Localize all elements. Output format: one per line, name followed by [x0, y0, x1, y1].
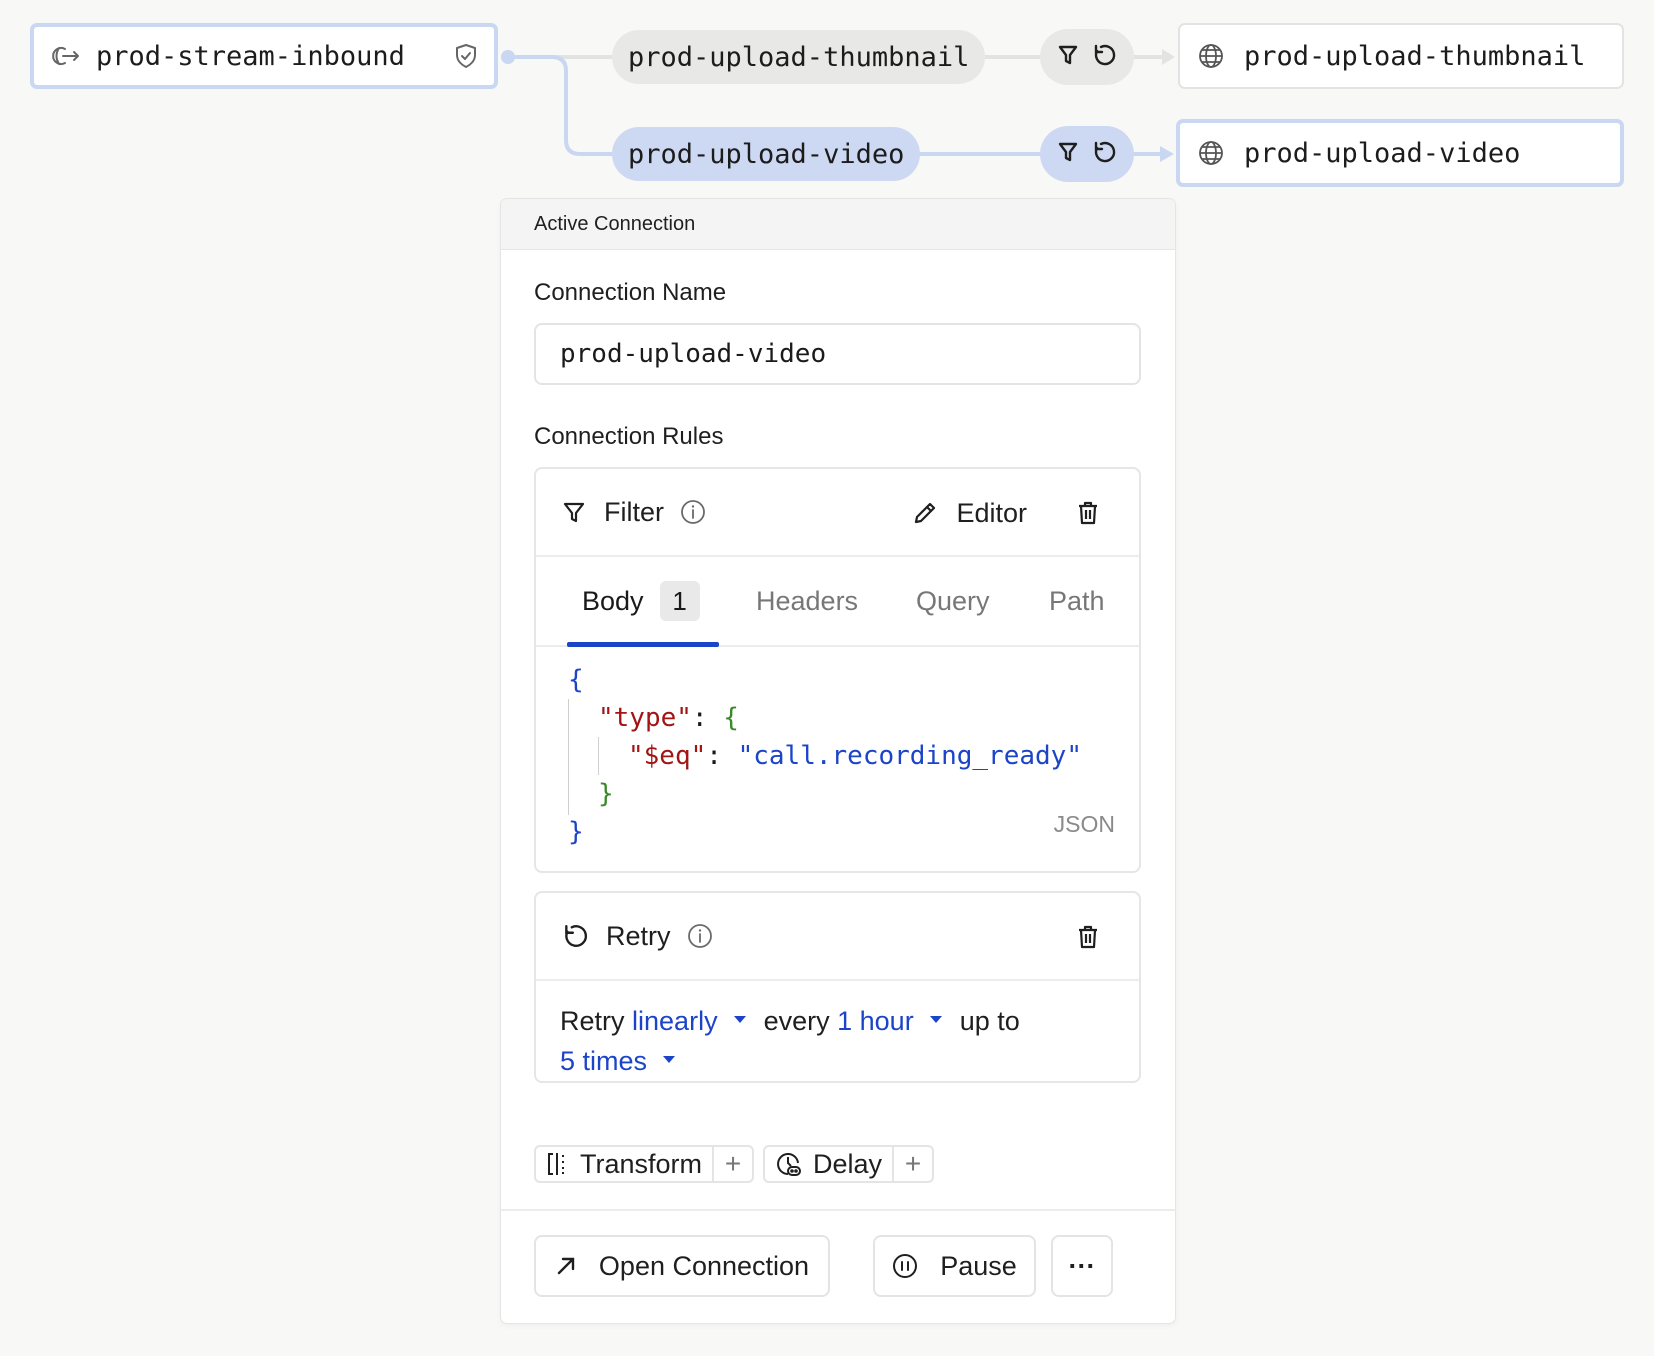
caret-down-icon	[733, 1016, 746, 1024]
filter-icon	[1058, 141, 1078, 168]
connection-detail-panel: Active Connection Connection Name prod-u…	[500, 198, 1176, 1324]
more-dots-icon: ···	[1068, 1250, 1096, 1281]
trash-icon	[1077, 501, 1099, 525]
pause-button[interactable]: Pause	[873, 1235, 1036, 1297]
connection-line-video	[508, 55, 612, 156]
add-transform-chip[interactable]: Transform +	[534, 1145, 755, 1183]
connection-rules-video[interactable]	[1040, 126, 1134, 182]
caret-down-icon	[663, 1056, 676, 1064]
code-brace-close: }	[568, 817, 584, 847]
filter-title: Filter	[604, 496, 664, 527]
retry-strategy-dropdown[interactable]: linearly	[632, 1006, 764, 1036]
connection-pill-thumbnail[interactable]: prod-upload-thumbnail	[612, 30, 986, 84]
connection-name-label: Connection Name	[534, 279, 727, 306]
connection-name-input[interactable]: prod-upload-video	[534, 323, 1141, 385]
filter-rule-card: Filter Editor Body 1 Headers Query Path …	[534, 467, 1141, 873]
connection-pill-label: prod-upload-thumbnail	[628, 41, 970, 73]
arrow-up-right-icon	[555, 1255, 577, 1277]
more-options-button[interactable]: ···	[1051, 1235, 1113, 1297]
retry-title: Retry	[606, 920, 671, 951]
filter-tabs: Body 1 Headers Query Path	[536, 557, 1139, 647]
open-connection-label: Open Connection	[598, 1250, 810, 1281]
filter-icon	[562, 500, 586, 524]
connection-rules-thumbnail[interactable]	[1040, 29, 1134, 85]
trash-icon	[1077, 925, 1099, 949]
tab-headers[interactable]: Headers	[756, 557, 858, 645]
editor-label: Editor	[956, 497, 1027, 528]
retry-rule-card: Retry Retry linearly every 1 hour up to 5 …	[534, 891, 1141, 1083]
retry-count-dropdown[interactable]: 5 times	[560, 1046, 693, 1076]
destination-node-video[interactable]: prod-upload-video	[1176, 119, 1624, 187]
delay-clock-icon	[775, 1150, 803, 1178]
globe-icon	[1196, 43, 1226, 69]
source-node[interactable]: prod-stream-inbound	[30, 23, 498, 89]
panel-footer-divider	[501, 1209, 1175, 1211]
info-icon[interactable]	[687, 923, 713, 949]
retry-settings: Retry linearly every 1 hour up to 5 times	[536, 981, 1139, 1081]
inbound-stream-icon	[50, 44, 84, 68]
retry-interval-dropdown[interactable]: 1 hour	[837, 1006, 960, 1036]
retry-icon	[562, 923, 588, 949]
retry-up-to-label: up to	[959, 1006, 1020, 1036]
code-inner-close: }	[598, 779, 614, 809]
filter-code-editor[interactable]: { "type": { "$eq": "call.recording_ready…	[536, 647, 1139, 871]
pencil-icon	[912, 500, 938, 526]
source-node-label: prod-stream-inbound	[96, 40, 405, 72]
code-line-type: "type": {	[598, 703, 739, 733]
delete-retry-button[interactable]	[1077, 893, 1099, 981]
tab-query[interactable]: Query	[916, 557, 990, 645]
delete-filter-button[interactable]	[1077, 469, 1099, 557]
shield-check-icon	[454, 43, 478, 69]
code-brace-open: {	[568, 665, 584, 695]
pause-icon	[892, 1253, 918, 1279]
delay-label: Delay	[813, 1148, 883, 1179]
open-connection-button[interactable]: Open Connection	[534, 1235, 830, 1297]
tab-body-count-badge: 1	[659, 581, 700, 621]
destination-node-label: prod-upload-thumbnail	[1244, 40, 1586, 72]
tab-body-label: Body	[582, 585, 644, 616]
retry-every-label: every	[763, 1006, 830, 1036]
editor-button[interactable]: Editor	[912, 469, 1027, 557]
info-icon[interactable]	[680, 499, 706, 525]
transform-icon	[546, 1151, 570, 1177]
destination-node-thumbnail[interactable]: prod-upload-thumbnail	[1178, 23, 1624, 89]
panel-header: Active Connection	[501, 199, 1175, 250]
filter-icon	[1058, 44, 1078, 71]
code-line-eq: "$eq": "call.recording_ready"	[628, 741, 1082, 771]
connection-pill-video[interactable]: prod-upload-video	[612, 127, 921, 181]
tab-path[interactable]: Path	[1049, 557, 1105, 645]
connection-pill-label: prod-upload-video	[628, 138, 905, 170]
tab-body[interactable]: Body 1	[582, 557, 700, 645]
connection-rules-label: Connection Rules	[534, 423, 724, 450]
retry-icon	[1092, 43, 1116, 72]
code-format-label: JSON	[1053, 811, 1115, 837]
retry-prefix: Retry	[560, 1006, 625, 1036]
transform-label: Transform	[580, 1148, 703, 1179]
add-delay-chip[interactable]: Delay +	[763, 1145, 935, 1183]
plus-icon: +	[712, 1147, 752, 1181]
pause-label: Pause	[940, 1250, 1017, 1281]
globe-icon	[1196, 140, 1226, 166]
plus-icon: +	[892, 1147, 932, 1181]
destination-node-label: prod-upload-video	[1244, 137, 1521, 169]
caret-down-icon	[929, 1016, 942, 1024]
retry-icon	[1092, 140, 1116, 169]
